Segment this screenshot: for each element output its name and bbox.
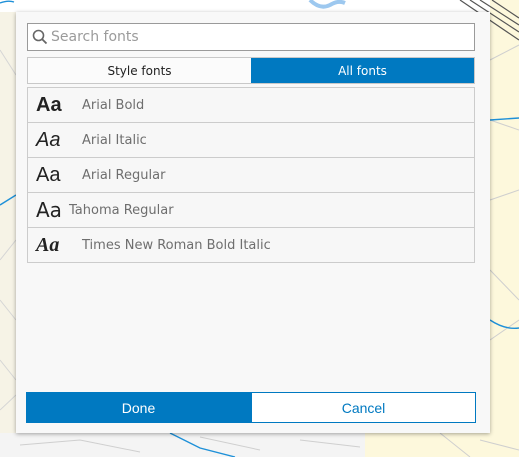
font-item-tahoma-regular[interactable]: Aa Tahoma Regular xyxy=(28,193,474,228)
search-input[interactable] xyxy=(51,25,474,49)
font-tabs: Style fonts All fonts xyxy=(27,57,475,84)
dialog-footer: Done Cancel xyxy=(26,392,476,423)
font-item-arial-italic[interactable]: Aa Arial Italic xyxy=(28,123,474,158)
font-sample: Aa xyxy=(36,129,61,151)
tab-style-fonts[interactable]: Style fonts xyxy=(28,58,251,83)
font-list: Aa Arial Bold Aa Arial Italic Aa Arial R… xyxy=(27,87,475,263)
font-sample: Aa xyxy=(36,164,61,186)
tab-all-fonts[interactable]: All fonts xyxy=(251,58,474,83)
done-button[interactable]: Done xyxy=(26,392,251,423)
font-picker-dialog: Style fonts All fonts Aa Arial Bold Aa A… xyxy=(16,12,490,433)
font-sample: Aa xyxy=(36,198,62,222)
font-item-arial-regular[interactable]: Aa Arial Regular xyxy=(28,158,474,193)
font-name: Arial Bold xyxy=(82,97,145,113)
font-item-arial-bold[interactable]: Aa Arial Bold xyxy=(28,88,474,123)
font-item-times-new-roman-bold-italic[interactable]: Aa Times New Roman Bold Italic xyxy=(28,228,474,263)
font-name: Times New Roman Bold Italic xyxy=(82,237,271,253)
search-box xyxy=(27,23,475,51)
font-sample: Aa xyxy=(36,234,60,256)
cancel-button[interactable]: Cancel xyxy=(251,392,476,423)
font-name: Arial Italic xyxy=(82,132,147,148)
font-name: Arial Regular xyxy=(82,167,166,183)
search-icon xyxy=(29,26,51,48)
font-name: Tahoma Regular xyxy=(69,202,174,218)
font-sample: Aa xyxy=(36,94,62,116)
